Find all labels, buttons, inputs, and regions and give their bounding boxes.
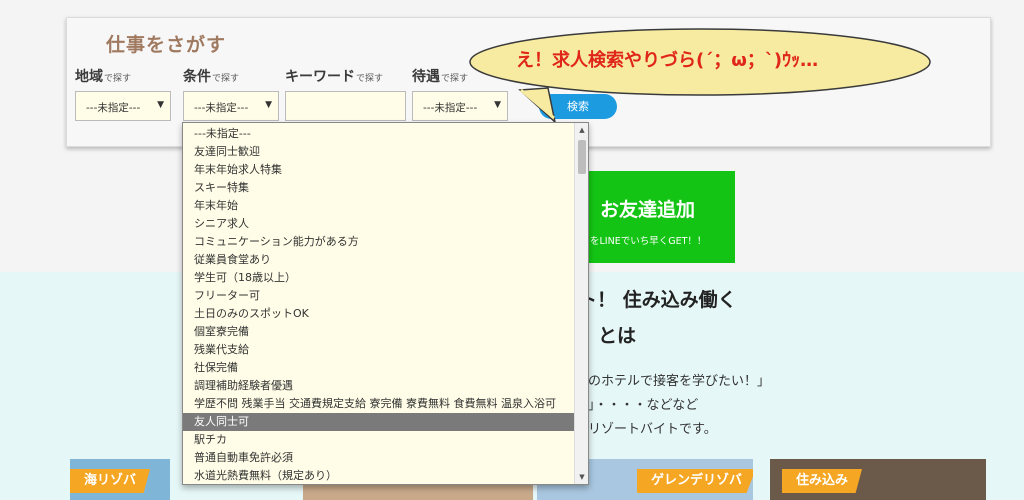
chevron-down-icon: ▼	[157, 100, 164, 110]
category-card-livein[interactable]: 住み込み	[770, 459, 986, 500]
dropdown-option[interactable]: 土日のみのスポットOK	[183, 305, 575, 323]
dropdown-option[interactable]: 年末年始	[183, 197, 575, 215]
condition-select[interactable]: ---未指定--- ▼	[183, 91, 279, 121]
dropdown-option[interactable]: スキー特集	[183, 179, 575, 197]
category-tag: 海リゾバ	[70, 469, 151, 493]
line-banner-title: お友達追加	[600, 199, 696, 221]
dropdown-option[interactable]: 学歴不問 残業手当 交通費規定支給 寮完備 寮費無料 食費無料 温泉入浴可	[183, 395, 575, 413]
intro-text-2: 」・・・・などなど	[588, 398, 699, 413]
dropdown-option[interactable]: 調理補助経験者優遇	[183, 377, 575, 395]
section-heading-2: とは	[598, 325, 637, 347]
dropdown-option[interactable]: フリーター可	[183, 287, 575, 305]
speech-bubble-text: え！求人検索やりづら(´；ω；`)ｳｯ…	[516, 50, 819, 71]
dropdown-scrollbar[interactable]: ▲ ▼	[574, 123, 588, 484]
dropdown-option[interactable]: 友達同士歓迎	[183, 143, 575, 161]
region-select-value: ---未指定---	[86, 102, 141, 114]
dropdown-option[interactable]: 残業代支給	[183, 341, 575, 359]
dropdown-option[interactable]: 個室寮完備	[183, 323, 575, 341]
dropdown-option[interactable]: シニア求人	[183, 215, 575, 233]
dropdown-option[interactable]: コミュニケーション能力がある方	[183, 233, 575, 251]
benefit-select[interactable]: ---未指定--- ▼	[412, 91, 508, 121]
category-card-sea[interactable]: 海リゾバ	[70, 459, 170, 500]
condition-label: 条件で探す	[183, 69, 240, 85]
chevron-down-icon: ▼	[494, 100, 501, 110]
region-label: 地域で探す	[75, 69, 132, 85]
scroll-down-arrow-icon[interactable]: ▼	[575, 470, 588, 484]
line-friend-add-banner[interactable]: お友達追加 をLINEでいち早くGET！！	[578, 171, 735, 263]
dropdown-option[interactable]: 友人同士可	[183, 413, 575, 431]
intro-text-3: リゾートバイトです。	[588, 422, 717, 437]
dropdown-option[interactable]: 水道光熱費無料（規定あり）	[183, 467, 575, 484]
line-banner-subtitle: をLINEでいち早くGET！！	[590, 236, 707, 247]
condition-select-value: ---未指定---	[194, 102, 249, 114]
benefit-select-value: ---未指定---	[423, 102, 478, 114]
dropdown-option[interactable]: 従業員食堂あり	[183, 251, 575, 269]
chevron-down-icon: ▼	[265, 100, 272, 110]
dropdown-option[interactable]: 学生可（18歳以上）	[183, 269, 575, 287]
intro-text-1: のホテルで接客を学びたい！」	[588, 374, 771, 389]
region-select[interactable]: ---未指定--- ▼	[75, 91, 171, 121]
search-button[interactable]: 検索	[539, 94, 617, 119]
category-tag: 住み込み	[782, 469, 863, 493]
condition-dropdown-list[interactable]: ---未指定--- 友達同士歓迎 年末年始求人特集 スキー特集 年末年始 シニア求人 コミュ…	[182, 122, 589, 485]
dropdown-option[interactable]: 社保完備	[183, 359, 575, 377]
keyword-label: キーワードで探す	[285, 69, 384, 85]
benefit-label: 待遇で探す	[412, 69, 469, 85]
dropdown-option[interactable]: 駅チカ	[183, 431, 575, 449]
dropdown-option[interactable]: 普通自動車免許必須	[183, 449, 575, 467]
dropdown-option[interactable]: ---未指定---	[183, 125, 575, 143]
scroll-thumb[interactable]	[578, 140, 586, 174]
scroll-up-arrow-icon[interactable]: ▲	[575, 123, 588, 137]
panel-title: 仕事をさがす	[106, 34, 227, 56]
keyword-input[interactable]	[285, 91, 406, 121]
section-heading-1: ト！ 住み込み働く	[578, 289, 737, 311]
category-tag: ゲレンデリゾバ	[637, 469, 753, 493]
dropdown-option[interactable]: 年末年始求人特集	[183, 161, 575, 179]
